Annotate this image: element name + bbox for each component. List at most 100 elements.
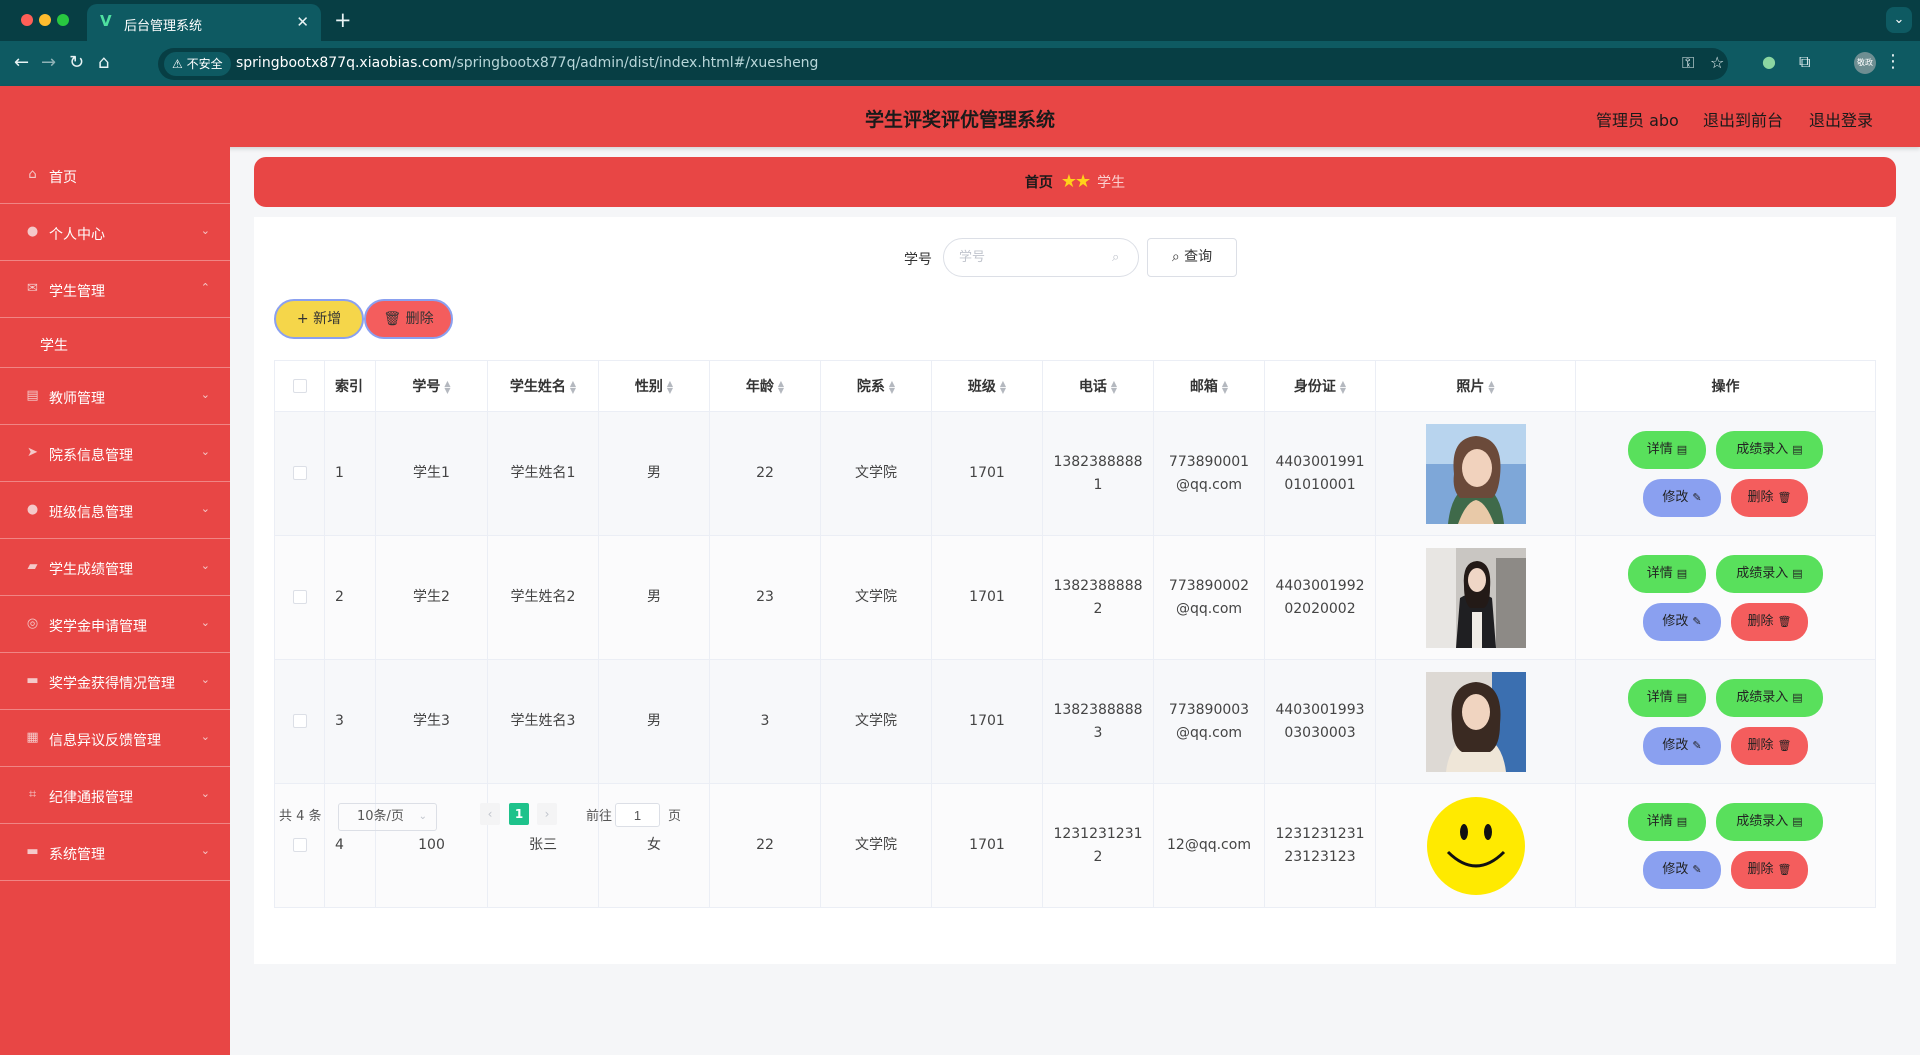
- sort-caret-icon[interactable]: ▲ ▼: [1111, 380, 1117, 395]
- smiley-photo[interactable]: [1426, 796, 1526, 896]
- row-select-cell[interactable]: [274, 535, 325, 660]
- grade-entry-button[interactable]: 成绩录入 ▤: [1716, 430, 1823, 469]
- browser-tab[interactable]: V 后台管理系统 ✕: [87, 4, 321, 41]
- delete-button[interactable]: 删除 🗑: [1731, 478, 1808, 517]
- sidebar-item-class-management[interactable]: ● 班级信息管理 ⌄: [0, 482, 230, 539]
- edit-button[interactable]: 修改 ✎: [1643, 726, 1721, 765]
- query-button[interactable]: ⌕ 查询: [1147, 238, 1237, 277]
- sort-caret-icon[interactable]: ▲ ▼: [778, 380, 784, 395]
- column-header-sortable[interactable]: 班级 ▲ ▼: [931, 360, 1043, 412]
- grade-entry-button[interactable]: 成绩录入 ▤: [1716, 802, 1823, 841]
- select-all-cell[interactable]: [274, 360, 325, 412]
- back-icon[interactable]: ←: [14, 52, 29, 73]
- sort-caret-icon[interactable]: ▲ ▼: [1488, 380, 1494, 395]
- sidebar-subitem-student[interactable]: 学生: [0, 318, 230, 368]
- cell-email: 773890001@qq.com: [1153, 411, 1265, 536]
- tab-search-icon[interactable]: ⌄: [1886, 7, 1912, 33]
- exit-to-frontend-link[interactable]: 退出到前台: [1703, 107, 1783, 131]
- insecure-badge[interactable]: ⚠ 不安全: [164, 52, 231, 76]
- sort-caret-icon[interactable]: ▲ ▼: [1222, 380, 1228, 395]
- delete-button[interactable]: 删除 🗑: [1731, 850, 1808, 889]
- portrait-photo-1[interactable]: [1425, 423, 1526, 524]
- column-header-sortable[interactable]: 年龄 ▲ ▼: [709, 360, 821, 412]
- new-tab-icon[interactable]: +: [334, 8, 352, 32]
- goto-page-input[interactable]: [615, 803, 660, 827]
- detail-button[interactable]: 详情 ▤: [1628, 430, 1706, 469]
- profile-avatar[interactable]: 敬政: [1854, 52, 1876, 74]
- cell-gender: 男: [598, 411, 710, 536]
- sidebar-item-feedback-management[interactable]: ▦ 信息异议反馈管理 ⌄: [0, 710, 230, 767]
- close-tab-icon[interactable]: ✕: [296, 13, 309, 31]
- select-all-checkbox[interactable]: [292, 379, 307, 393]
- sidebar-item-home[interactable]: ⌂ 首页: [0, 147, 230, 204]
- crop-icon: ⌗: [28, 787, 37, 802]
- delete-button[interactable]: 删除 🗑: [1731, 602, 1808, 641]
- edit-button[interactable]: 修改 ✎: [1643, 478, 1721, 517]
- puzzle-icon[interactable]: ⧉: [1799, 52, 1810, 72]
- column-header-sortable[interactable]: 邮箱 ▲ ▼: [1153, 360, 1265, 412]
- cell-email: 773890002@qq.com: [1153, 535, 1265, 660]
- row-select-cell[interactable]: [274, 783, 325, 908]
- edit-button[interactable]: 修改 ✎: [1643, 850, 1721, 889]
- portrait-photo-2[interactable]: [1425, 547, 1526, 648]
- column-header-sortable[interactable]: 学生姓名 ▲ ▼: [487, 360, 599, 412]
- address-bar[interactable]: ⚠ 不安全 springbootx877q.xiaobias.com/sprin…: [158, 48, 1728, 80]
- add-button[interactable]: + 新增: [274, 299, 364, 339]
- grade-entry-button[interactable]: 成绩录入 ▤: [1716, 554, 1823, 593]
- sort-caret-icon[interactable]: ▲ ▼: [570, 380, 576, 395]
- goto-label: 前往: [586, 809, 613, 824]
- sort-caret-icon[interactable]: ▲ ▼: [1340, 380, 1346, 395]
- sidebar-item-profile[interactable]: ● 个人中心 ⌄: [0, 204, 230, 261]
- bulk-delete-button[interactable]: 🗑 删除: [364, 299, 453, 339]
- next-page-button[interactable]: ›: [537, 803, 557, 825]
- column-header-sortable[interactable]: 电话 ▲ ▼: [1042, 360, 1154, 412]
- delete-button[interactable]: 删除 🗑: [1731, 726, 1808, 765]
- sidebar-item-department-management[interactable]: ➤ 院系信息管理 ⌄: [0, 425, 230, 482]
- row-checkbox[interactable]: [292, 466, 307, 480]
- detail-button[interactable]: 详情 ▤: [1628, 554, 1706, 593]
- search-input[interactable]: [943, 238, 1139, 277]
- sidebar-item-student-management[interactable]: ✉ 学生管理 ⌃: [0, 261, 230, 318]
- sort-caret-icon[interactable]: ▲ ▼: [667, 380, 673, 395]
- maximize-window-button[interactable]: [57, 14, 69, 26]
- page-size-select[interactable]: 10条/页 ⌄: [338, 803, 437, 831]
- sidebar-item-grade-management[interactable]: ▰ 学生成绩管理 ⌄: [0, 539, 230, 596]
- current-page-button[interactable]: 1: [509, 803, 529, 825]
- prev-page-button[interactable]: ‹: [480, 803, 500, 825]
- sort-caret-icon[interactable]: ▲ ▼: [444, 380, 450, 395]
- sidebar-item-scholarship-awarded[interactable]: ▬ 奖学金获得情况管理 ⌄: [0, 653, 230, 710]
- forward-icon[interactable]: →: [41, 52, 56, 73]
- extension-icon[interactable]: ●: [1762, 52, 1776, 71]
- logout-link[interactable]: 退出登录: [1809, 107, 1873, 131]
- row-select-cell[interactable]: [274, 411, 325, 536]
- sidebar-item-discipline-management[interactable]: ⌗ 纪律通报管理 ⌄: [0, 767, 230, 824]
- detail-button[interactable]: 详情 ▤: [1628, 678, 1706, 717]
- sort-caret-icon[interactable]: ▲ ▼: [1000, 380, 1006, 395]
- bookmark-star-icon[interactable]: ☆: [1710, 53, 1724, 72]
- grade-entry-button[interactable]: 成绩录入 ▤: [1716, 678, 1823, 717]
- sidebar-item-scholarship-application[interactable]: ◎ 奖学金申请管理 ⌄: [0, 596, 230, 653]
- sort-caret-icon[interactable]: ▲ ▼: [889, 380, 895, 395]
- row-checkbox[interactable]: [292, 714, 307, 728]
- column-header-sortable[interactable]: 身份证 ▲ ▼: [1264, 360, 1376, 412]
- column-header-sortable[interactable]: 照片 ▲ ▼: [1375, 360, 1576, 412]
- sidebar-item-system-management[interactable]: ▬ 系统管理 ⌄: [0, 824, 230, 881]
- edit-button[interactable]: 修改 ✎: [1643, 602, 1721, 641]
- column-header-sortable[interactable]: 性别 ▲ ▼: [598, 360, 710, 412]
- row-checkbox[interactable]: [292, 838, 307, 852]
- row-select-cell[interactable]: [274, 659, 325, 784]
- more-menu-icon[interactable]: ⋮: [1884, 51, 1902, 72]
- row-checkbox[interactable]: [292, 590, 307, 604]
- reload-icon[interactable]: ↻: [69, 52, 84, 73]
- home-browser-icon[interactable]: ⌂: [98, 52, 109, 73]
- url-text[interactable]: springbootx877q.xiaobias.com/springbootx…: [236, 55, 818, 71]
- close-window-button[interactable]: [21, 14, 33, 26]
- portrait-photo-3[interactable]: [1425, 671, 1526, 772]
- column-header-sortable[interactable]: 学号 ▲ ▼: [375, 360, 488, 412]
- minimize-window-button[interactable]: [39, 14, 51, 26]
- breadcrumb-home[interactable]: 首页: [1025, 175, 1053, 191]
- key-icon[interactable]: ⚿: [1682, 53, 1694, 73]
- detail-button[interactable]: 详情 ▤: [1628, 802, 1706, 841]
- column-header-sortable[interactable]: 院系 ▲ ▼: [820, 360, 932, 412]
- sidebar-item-teacher-management[interactable]: ▤ 教师管理 ⌄: [0, 368, 230, 425]
